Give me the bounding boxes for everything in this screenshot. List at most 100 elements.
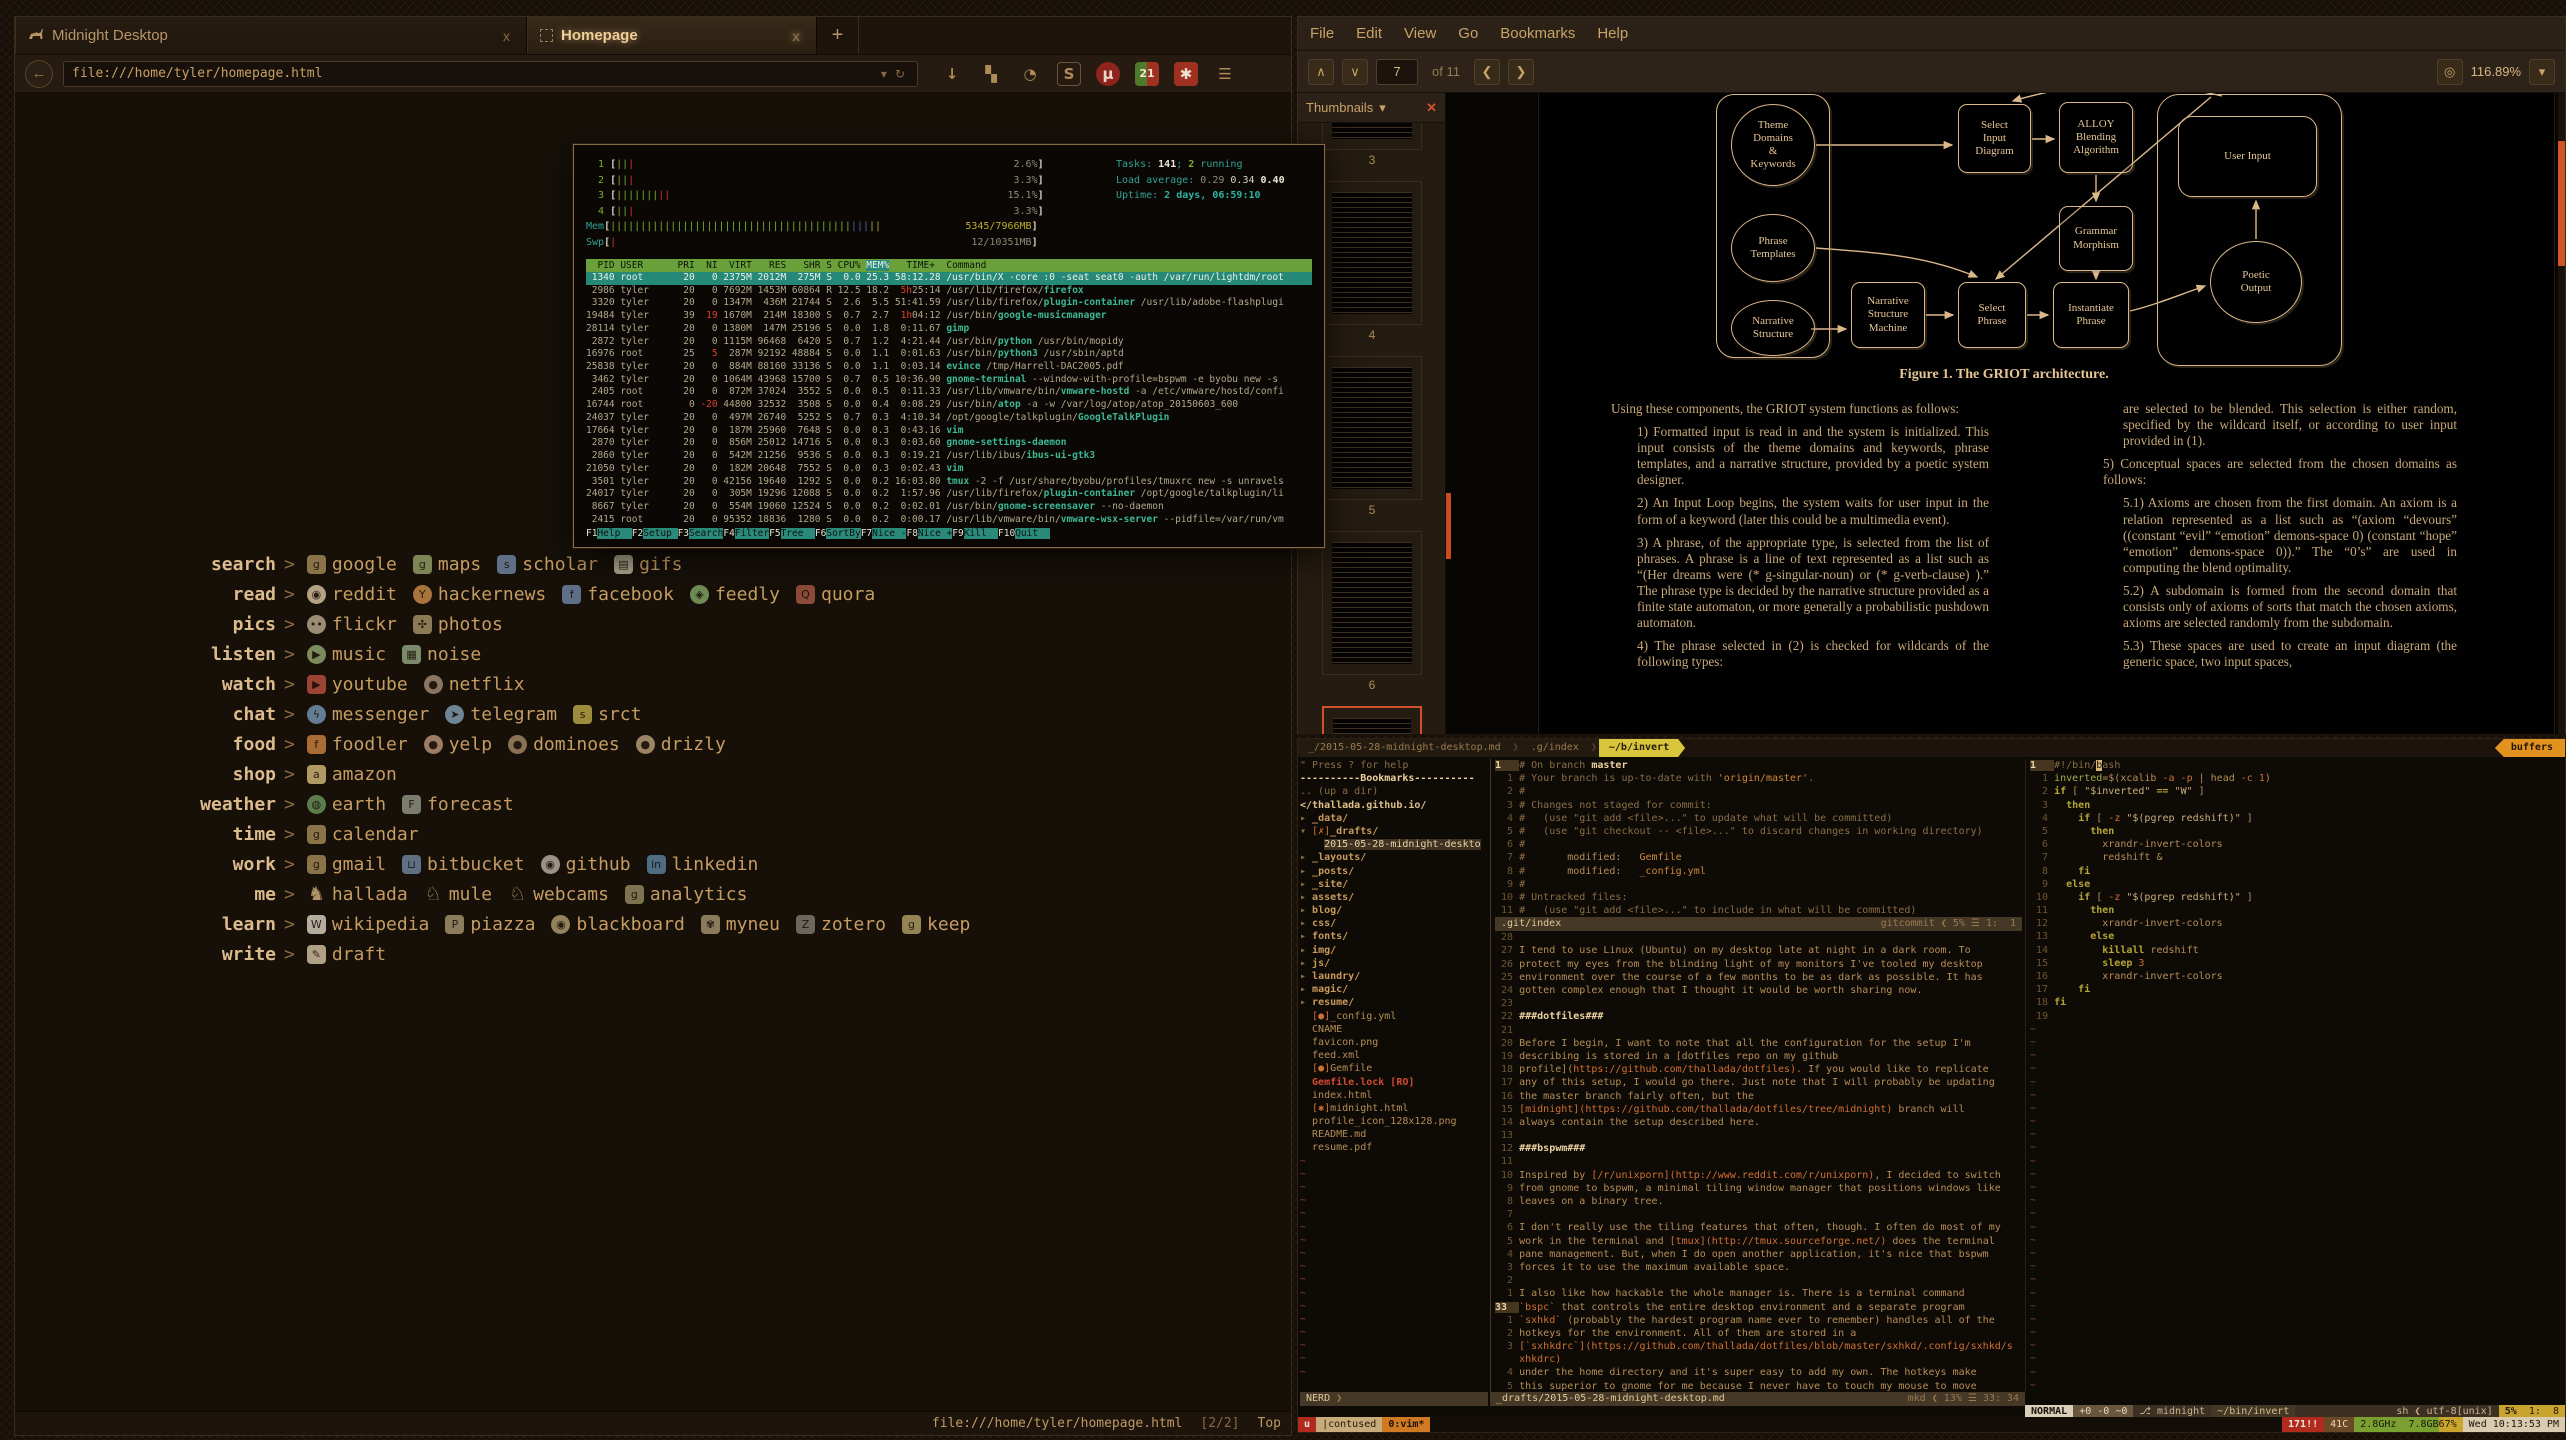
homepage-link-myneu[interactable]: ✾myneu: [701, 914, 780, 935]
homepage-link-messenger[interactable]: ϟmessenger: [307, 704, 430, 725]
fkey-F8[interactable]: F8Nice +: [906, 528, 952, 539]
homepage-link-webcams[interactable]: ♘webcams: [508, 884, 609, 905]
homepage-link-mule[interactable]: ♘mule: [424, 884, 492, 905]
homepage-link-music[interactable]: ▶music: [307, 644, 386, 665]
reload-icon[interactable]: ↻: [891, 67, 909, 81]
url-bar[interactable]: file:///home/tyler/homepage.html ▾ ↻: [63, 61, 918, 87]
pdf-scrollbar-track[interactable]: [2558, 93, 2565, 734]
menu-edit[interactable]: Edit: [1356, 25, 1382, 42]
homepage-link-yelp[interactable]: ●yelp: [424, 734, 492, 755]
download-icon[interactable]: ↓: [940, 62, 964, 86]
zoom-target-icon[interactable]: ◎: [2437, 59, 2463, 85]
thumbnail-image[interactable]: [1322, 706, 1422, 734]
homepage-link-zotero[interactable]: Zzotero: [796, 914, 886, 935]
homepage-link-quora[interactable]: Qquora: [796, 584, 875, 605]
left-scroll-indicator[interactable]: [1446, 493, 1451, 559]
thumbnail-page-4[interactable]: 4: [1322, 181, 1422, 342]
menu-icon[interactable]: ☰: [1213, 62, 1237, 86]
homepage-link-photos[interactable]: ✣photos: [413, 614, 503, 635]
homepage-link-github[interactable]: ◉github: [541, 854, 631, 875]
menu-view[interactable]: View: [1404, 25, 1436, 42]
fkey-F7[interactable]: F7Nice -: [861, 528, 907, 539]
history-forward-button[interactable]: ❯: [1508, 59, 1534, 85]
homepage-link-youtube[interactable]: ▶youtube: [307, 674, 408, 695]
homepage-link-facebook[interactable]: ffacebook: [562, 584, 674, 605]
homepage-link-srct[interactable]: ssrct: [573, 704, 641, 725]
homepage-link-bitbucket[interactable]: ⊔bitbucket: [402, 854, 525, 875]
homepage-link-hackernews[interactable]: Yhackernews: [413, 584, 546, 605]
buffer-tab[interactable]: ~/b/invert: [1599, 739, 1685, 757]
homepage-link-noise[interactable]: ▦noise: [402, 644, 481, 665]
git-commit-buffer[interactable]: 1 # On branch master 1 # Your branch is …: [1495, 759, 2021, 917]
homepage-link-analytics[interactable]: ganalytics: [625, 884, 748, 905]
fkey-F5[interactable]: F5Tree: [769, 528, 815, 539]
mu-addon-icon[interactable]: μ: [1096, 62, 1120, 86]
tab-close-icon[interactable]: x: [499, 28, 514, 44]
tab-midnight-desktop[interactable]: Midnight Desktop x: [15, 17, 527, 54]
thumbnail-image[interactable]: [1322, 531, 1422, 675]
history-back-button[interactable]: ❮: [1474, 59, 1500, 85]
thumbnail-header[interactable]: Thumbnails ▾ ✕: [1298, 93, 1445, 123]
homepage-link-gmail[interactable]: ggmail: [307, 854, 386, 875]
homepage-link-blackboard[interactable]: ◉blackboard: [551, 914, 684, 935]
invert-script-buffer[interactable]: 1 #!/bin/bash 1 inverted=$(xcalib -a -p …: [2025, 759, 2565, 1392]
homepage-link-reddit[interactable]: ◉reddit: [307, 584, 397, 605]
thumbnail-image[interactable]: [1322, 181, 1422, 325]
menu-help[interactable]: Help: [1597, 25, 1628, 42]
menu-bookmarks[interactable]: Bookmarks: [1500, 25, 1575, 42]
thumbnail-page-7[interactable]: [1322, 706, 1422, 734]
fkey-F1[interactable]: F1Help: [586, 528, 632, 539]
fkey-F4[interactable]: F4Filter: [723, 528, 769, 539]
homepage-link-forecast[interactable]: Fforecast: [402, 794, 514, 815]
homepage-link-draft[interactable]: ✎draft: [307, 944, 386, 965]
thumbnail-page-5[interactable]: 5: [1322, 356, 1422, 517]
url-dropdown-icon[interactable]: ▾: [877, 67, 891, 81]
new-tab-button[interactable]: +: [817, 17, 859, 54]
homepage-link-google[interactable]: ggoogle: [307, 554, 397, 575]
zoom-dropdown-icon[interactable]: ▾: [2529, 59, 2555, 85]
prev-page-button[interactable]: ∧: [1308, 59, 1334, 85]
zoom-level[interactable]: 116.89%: [2471, 64, 2521, 79]
pdf-main-view[interactable]: Theme Domains & Keywords Phrase Template…: [1446, 93, 2565, 734]
homepage-link-amazon[interactable]: aamazon: [307, 764, 397, 785]
fkey-F3[interactable]: F3Search: [678, 528, 724, 539]
calendar-badge-icon[interactable]: 21: [1135, 62, 1159, 86]
homepage-link-netflix[interactable]: ●netflix: [424, 674, 525, 695]
homepage-link-drizly[interactable]: ●drizly: [636, 734, 726, 755]
homepage-link-dominoes[interactable]: ●dominoes: [508, 734, 620, 755]
s-addon-icon[interactable]: S: [1057, 62, 1081, 86]
homepage-link-foodler[interactable]: ffoodler: [307, 734, 408, 755]
homepage-link-calendar[interactable]: gcalendar: [307, 824, 419, 845]
asterisk-addon-icon[interactable]: ✱: [1174, 62, 1198, 86]
tab-homepage[interactable]: Homepage x: [527, 17, 817, 54]
homepage-link-feedly[interactable]: ◈feedly: [690, 584, 780, 605]
fkey-F10[interactable]: F10Quit: [998, 528, 1050, 539]
homepage-link-keep[interactable]: gkeep: [902, 914, 970, 935]
markdown-buffer[interactable]: 28 27 I tend to use Linux (Ubuntu) on my…: [1495, 931, 2021, 1393]
homepage-link-gifs[interactable]: ▤gifs: [614, 554, 682, 575]
homepage-link-scholar[interactable]: sscholar: [497, 554, 598, 575]
next-page-button[interactable]: ∨: [1342, 59, 1368, 85]
homepage-link-earth[interactable]: ◍earth: [307, 794, 386, 815]
buffer-tab[interactable]: _/2015-05-28-midnight-desktop.md: [1298, 739, 1511, 757]
sidebar-close-icon[interactable]: ✕: [1426, 100, 1437, 116]
buffer-tab[interactable]: .g/index: [1521, 739, 1589, 757]
thumbnail-page-6[interactable]: 6: [1322, 531, 1422, 692]
htop-function-keys[interactable]: F1Help F2Setup F3SearchF4FilterF5Tree F6…: [586, 528, 1312, 539]
homepage-link-telegram[interactable]: ➤telegram: [445, 704, 557, 725]
homepage-link-linkedin[interactable]: inlinkedin: [647, 854, 759, 875]
thumbnail-image[interactable]: [1322, 356, 1422, 500]
tab-close-icon[interactable]: x: [788, 28, 804, 44]
sidebar-caret-icon[interactable]: ▾: [1379, 100, 1386, 116]
fkey-F9[interactable]: F9Kill: [952, 528, 998, 539]
homepage-link-hallada[interactable]: ♞hallada: [307, 884, 408, 905]
homepage-link-piazza[interactable]: Ppiazza: [445, 914, 535, 935]
htop-column-header[interactable]: PID USER PRI NI VIRT RES SHR S CPU% MEM%…: [586, 259, 1312, 272]
menu-go[interactable]: Go: [1458, 25, 1478, 42]
fkey-F2[interactable]: F2Setup: [632, 528, 678, 539]
addon-puzzle-icon[interactable]: ▚: [979, 62, 1003, 86]
homepage-link-wikipedia[interactable]: Wwikipedia: [307, 914, 430, 935]
fkey-F6[interactable]: F6SortBy: [815, 528, 861, 539]
history-clock-icon[interactable]: ◔: [1018, 62, 1042, 86]
homepage-link-maps[interactable]: gmaps: [413, 554, 481, 575]
